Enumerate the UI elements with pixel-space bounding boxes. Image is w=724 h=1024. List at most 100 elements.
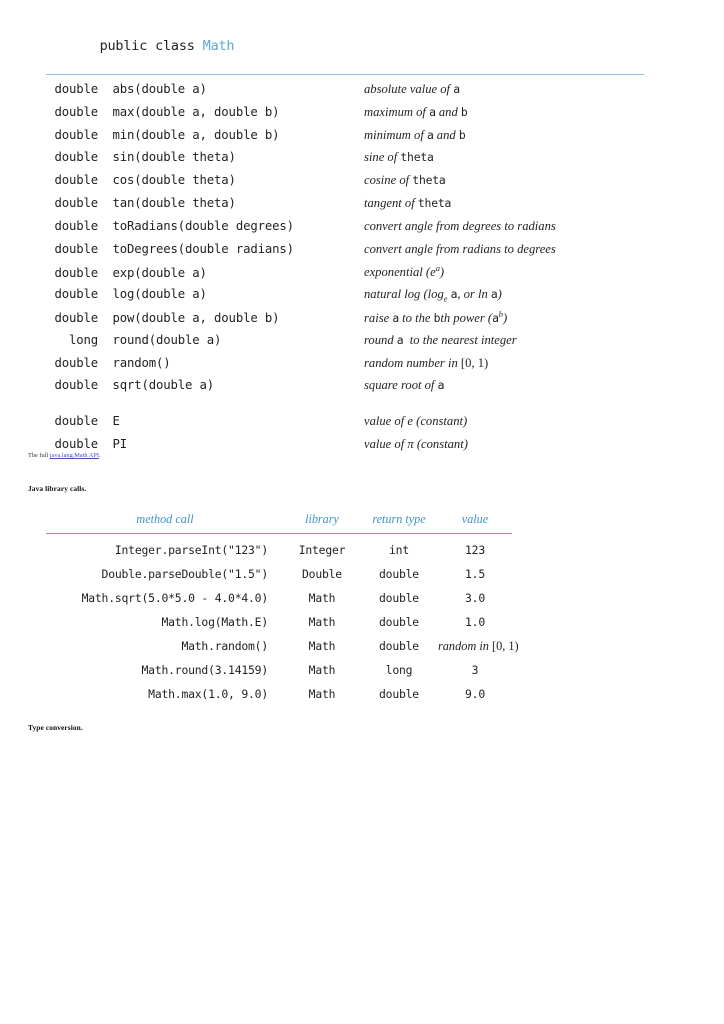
api-return-type: double: [54, 104, 98, 119]
table-row: Integer.parseInt("123") Integer int 123: [46, 538, 512, 562]
cell-method-call: Math.sqrt(5.0*5.0 - 4.0*4.0): [81, 591, 269, 605]
cell-library: Math: [308, 687, 336, 701]
api-signature: double log(double a): [46, 287, 364, 301]
api-method-signature: min(double a, double b): [98, 127, 280, 142]
cell-return-type: double: [379, 591, 419, 605]
api-description: minimum of a and b: [364, 127, 466, 142]
cell-value: 1.5: [465, 567, 485, 581]
cell-return-type: double: [379, 567, 419, 581]
api-method-signature: exp(double a): [98, 265, 207, 280]
api-signature: double random(): [46, 356, 364, 370]
api-return-type: double: [54, 82, 98, 96]
api-description: raise a to the bth power (ab): [364, 309, 508, 326]
api-return-type: double: [54, 287, 98, 302]
api-description: round a to the nearest integer: [364, 332, 517, 347]
api-signature: double exp(double a): [46, 266, 364, 280]
api-signature: double tan(double theta): [46, 196, 364, 210]
cell-value: 3: [471, 663, 479, 677]
cell-value: random in [0, 1): [438, 638, 519, 653]
api-description: tangent of theta: [364, 195, 452, 210]
api-return-type: double: [54, 378, 98, 393]
caption-java-library-calls: Java library calls.: [28, 484, 87, 493]
table-row: Math.max(1.0, 9.0) Math double 9.0: [46, 682, 512, 706]
api-row: double PI value of π (constant): [46, 437, 646, 460]
api-row: double tan(double theta) tangent of theta: [46, 196, 646, 219]
api-return-type: double: [54, 355, 98, 370]
api-row: double Evalue of e (constant): [46, 414, 646, 437]
api-return-type: double: [54, 173, 98, 188]
cell-value: 1.0: [465, 615, 485, 629]
api-description: cosine of theta: [364, 173, 446, 188]
api-signature: double E: [46, 414, 364, 428]
api-row: double toRadians(double degrees) convert …: [46, 219, 646, 242]
table-row: Math.log(Math.E) Math double 1.0: [46, 610, 512, 634]
api-title-keywords: public class: [99, 38, 203, 54]
api-signature: double toDegrees(double radians): [46, 242, 364, 256]
api-signature: double min(double a, double b): [46, 128, 364, 142]
java-lang-math-api-link[interactable]: java.lang.Math API: [50, 452, 99, 459]
api-description: maximum of a and b: [364, 104, 468, 119]
api-return-type: double: [54, 414, 98, 429]
api-link-caption: The full java.lang.Math API.: [28, 452, 101, 459]
api-return-type: double: [54, 150, 98, 165]
table-row: Math.round(3.14159) Math long 3: [46, 658, 512, 682]
api-description: value of e (constant): [364, 414, 468, 429]
api-description: convert angle from degrees to radians: [364, 218, 556, 233]
api-signature: double sqrt(double a): [46, 378, 364, 392]
table-row: Math.random() Math double random in [0, 1): [46, 634, 519, 658]
cell-value: 3.0: [465, 591, 485, 605]
api-return-type: double: [54, 218, 98, 233]
cell-library: Math: [308, 591, 336, 605]
column-header-method-call: method call: [136, 512, 194, 526]
cell-library: Math: [308, 615, 336, 629]
cell-return-type: int: [389, 543, 409, 557]
math-api-table: public class Math double abs(double a) ab…: [46, 22, 646, 460]
api-method-signature: toRadians(double degrees): [98, 218, 294, 233]
api-return-type: double: [54, 241, 98, 256]
api-row: double log(double a) natural log (loge a,…: [46, 287, 646, 310]
table-row: Double.parseDouble("1.5") Double double 1.5: [46, 562, 512, 586]
api-description: value of π (constant): [364, 436, 468, 451]
api-row-list: double abs(double a) absolute value of ad…: [46, 82, 646, 460]
api-return-type: double: [54, 436, 98, 451]
column-header-return-type: return type: [372, 512, 426, 526]
cell-library: Math: [308, 639, 336, 653]
cell-return-type: double: [379, 639, 419, 653]
api-signature: double pow(double a, double b): [46, 311, 364, 325]
api-signature: double PI: [46, 437, 364, 451]
api-row: double abs(double a) absolute value of a: [46, 82, 646, 105]
api-row: double pow(double a, double b) raise a to…: [46, 310, 646, 333]
api-row: double sin(double theta) sine of theta: [46, 150, 646, 173]
cell-library: Math: [308, 663, 336, 677]
api-method-signature: max(double a, double b): [98, 104, 280, 119]
api-header-rule: [46, 74, 644, 75]
cell-value: 9.0: [465, 687, 485, 701]
api-method-signature: round(double a): [98, 332, 222, 347]
cell-return-type: double: [379, 615, 419, 629]
cell-library: Double: [302, 567, 342, 581]
api-signature: long round(double a): [46, 333, 364, 347]
api-method-signature: random(): [98, 355, 171, 370]
cell-method-call: Math.log(Math.E): [161, 615, 268, 629]
cell-value: 123: [465, 543, 485, 557]
api-title: public class Math: [46, 22, 646, 74]
api-return-type: double: [54, 265, 98, 280]
api-method-signature: tan(double theta): [98, 195, 236, 210]
document-page: public class Math double abs(double a) ab…: [0, 0, 724, 1024]
link-caption-prefix: The full: [28, 452, 50, 459]
api-row: long round(double a) round a to the neare…: [46, 333, 646, 356]
api-signature: double abs(double a): [46, 82, 364, 96]
java-library-calls-table: method call library return type value In…: [46, 512, 519, 706]
api-description: square root of a: [364, 378, 445, 393]
api-return-type: double: [54, 195, 98, 210]
api-row: double toDegrees(double radians) convert …: [46, 242, 646, 265]
api-method-signature: abs(double a): [98, 82, 207, 96]
api-method-signature: pow(double a, double b): [98, 311, 280, 326]
cell-method-call: Double.parseDouble("1.5"): [101, 567, 269, 581]
api-signature: double sin(double theta): [46, 150, 364, 164]
api-row: double sqrt(double a) square root of a: [46, 378, 646, 401]
api-row: double max(double a, double b) maximum of…: [46, 105, 646, 128]
calls-header-rule: [46, 533, 512, 534]
api-description: sine of theta: [364, 150, 434, 165]
api-title-classname: Math: [202, 38, 235, 54]
